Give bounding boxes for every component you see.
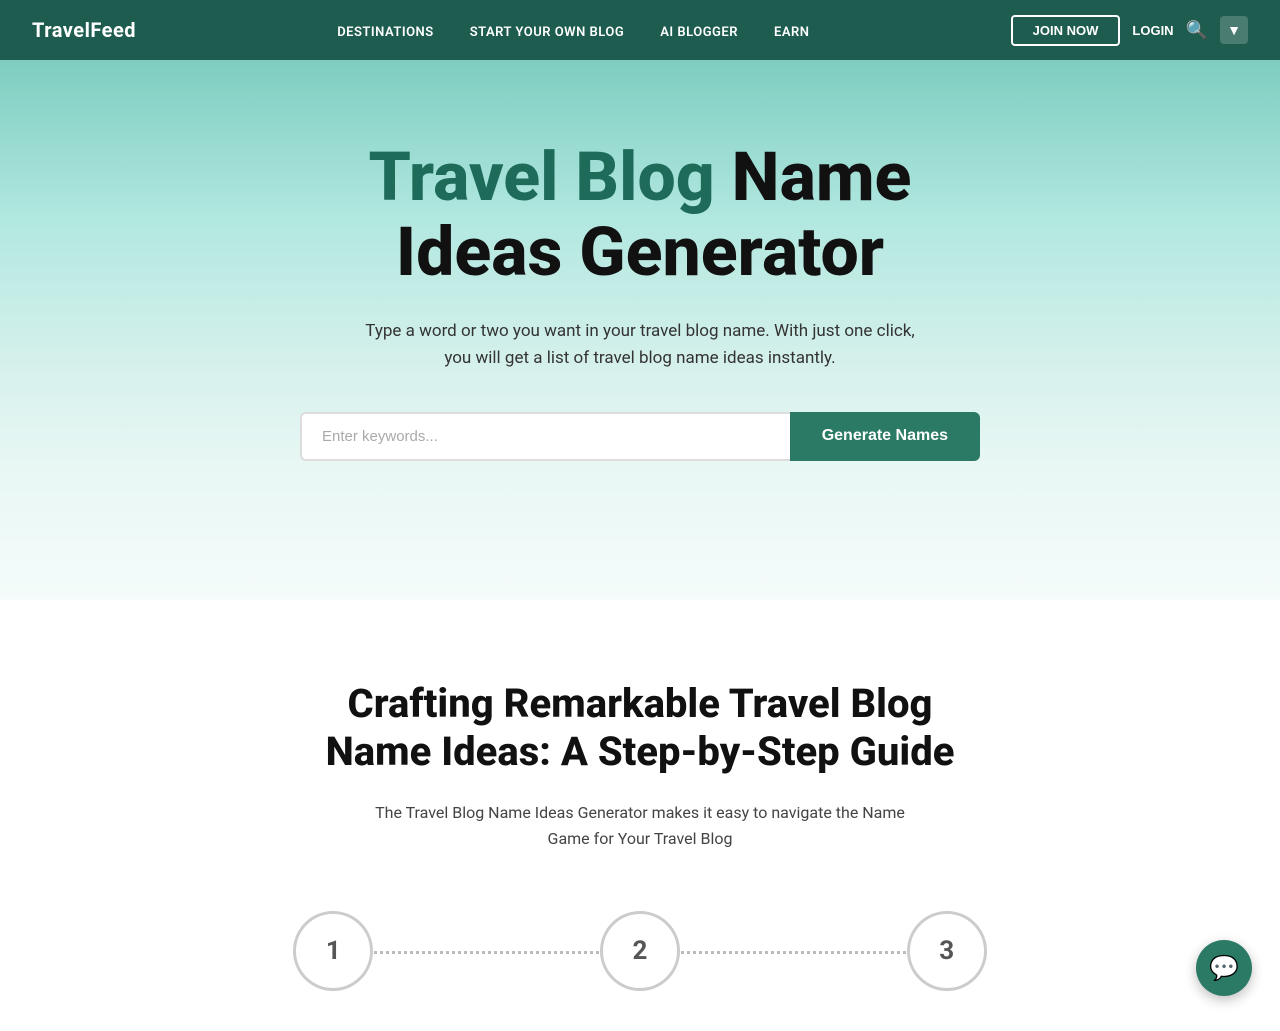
search-button[interactable]: 🔍 bbox=[1186, 20, 1208, 41]
step-2-circle: 2 bbox=[600, 911, 680, 991]
nav-earn[interactable]: EARN bbox=[774, 25, 809, 40]
nav-menu: DESTINATIONS START YOUR OWN BLOG AI BLOG… bbox=[337, 21, 809, 40]
nav-destinations[interactable]: DESTINATIONS bbox=[337, 25, 434, 40]
steps-row: 1 2 3 bbox=[160, 911, 1120, 991]
content-title: Crafting Remarkable Travel BlogName Idea… bbox=[290, 680, 990, 776]
chat-icon: 💬 bbox=[1209, 954, 1239, 983]
hero-title-highlight: Travel Blog bbox=[369, 137, 715, 217]
brand-logo[interactable]: TravelFeed bbox=[32, 18, 136, 42]
join-now-button[interactable]: JOIN NOW bbox=[1011, 15, 1121, 46]
login-button[interactable]: LOGIN bbox=[1132, 23, 1173, 38]
keywords-input[interactable] bbox=[300, 412, 790, 461]
navbar: TravelFeed DESTINATIONS START YOUR OWN B… bbox=[0, 0, 1280, 60]
nav-ai-blogger[interactable]: AI BLOGGER bbox=[660, 25, 738, 40]
search-container: Generate Names bbox=[300, 412, 980, 461]
step-3: 3 bbox=[793, 911, 1100, 991]
step-1-circle: 1 bbox=[293, 911, 373, 991]
generate-names-button[interactable]: Generate Names bbox=[790, 412, 980, 461]
content-description: The Travel Blog Name Ideas Generator mak… bbox=[360, 800, 920, 851]
step-3-circle: 3 bbox=[907, 911, 987, 991]
chevron-down-button[interactable]: ▼ bbox=[1220, 16, 1248, 44]
hero-section: Travel Blog NameIdeas Generator Type a w… bbox=[0, 60, 1280, 600]
nav-start-blog[interactable]: START YOUR OWN BLOG bbox=[470, 25, 625, 40]
hero-title: Travel Blog NameIdeas Generator bbox=[40, 140, 1240, 290]
content-section: Crafting Remarkable Travel BlogName Idea… bbox=[0, 600, 1280, 1031]
hero-subtitle: Type a word or two you want in your trav… bbox=[360, 318, 920, 372]
navbar-actions: JOIN NOW LOGIN 🔍 ▼ bbox=[1011, 15, 1248, 46]
chat-button[interactable]: 💬 bbox=[1196, 940, 1252, 996]
